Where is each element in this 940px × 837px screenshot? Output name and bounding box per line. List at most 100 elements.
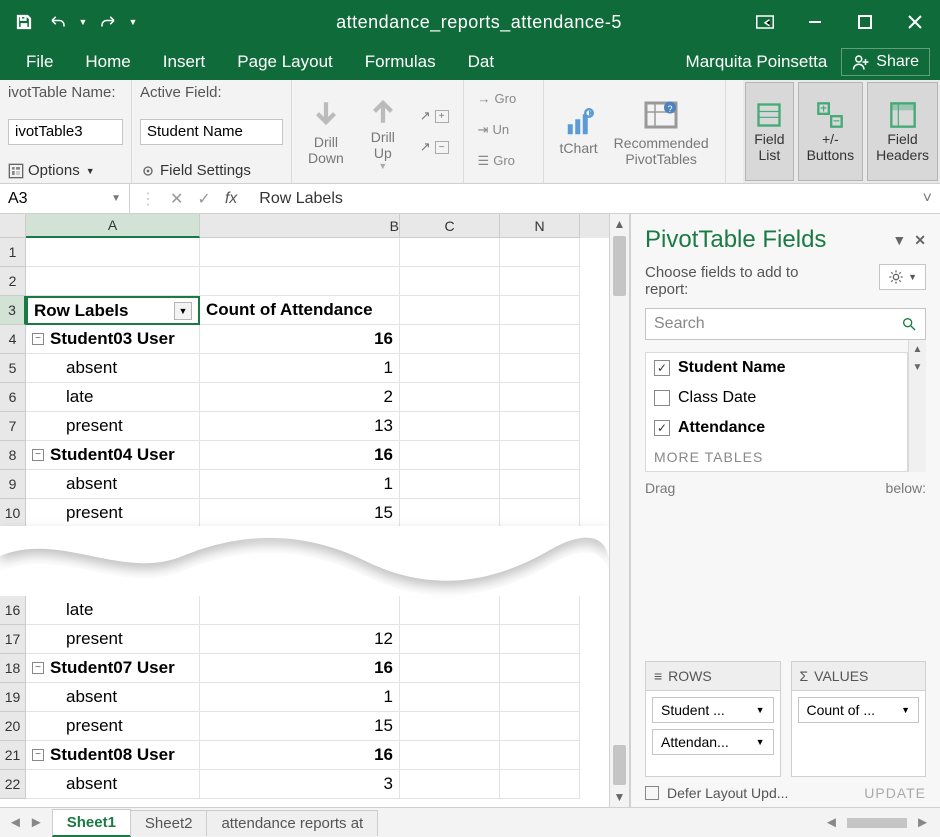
sheet-tab-3[interactable]: attendance reports at — [206, 810, 378, 836]
cell[interactable]: Count of Attendance — [200, 296, 400, 325]
col-header-a[interactable]: A — [26, 214, 200, 238]
cell[interactable] — [500, 267, 580, 296]
field-headers-toggle[interactable]: Field Headers — [867, 82, 938, 181]
collapse-icon[interactable]: − — [32, 333, 44, 345]
drill-up-button[interactable]: Drill Up▼ — [358, 93, 408, 171]
row-header[interactable]: 3 — [0, 296, 26, 325]
tab-insert[interactable]: Insert — [147, 44, 222, 80]
row-header[interactable]: 17 — [0, 625, 26, 654]
cell[interactable] — [500, 296, 580, 325]
cell[interactable] — [400, 325, 500, 354]
row-header[interactable]: 18 — [0, 654, 26, 683]
cell[interactable] — [500, 712, 580, 741]
fx-icon[interactable]: fx — [225, 190, 237, 208]
hscroll-right[interactable]: ► — [915, 814, 930, 831]
cell[interactable] — [400, 354, 500, 383]
cell[interactable]: 1 — [200, 683, 400, 712]
tab-file[interactable]: File — [10, 44, 69, 80]
col-header-b[interactable]: B — [200, 214, 400, 238]
more-tables-link[interactable]: MORE TABLES — [646, 443, 907, 471]
field-search-input[interactable]: Search — [645, 308, 926, 340]
pt-options-button[interactable]: Options▼ — [8, 162, 123, 179]
select-all-triangle[interactable] — [0, 214, 26, 238]
row-header[interactable]: 8 — [0, 441, 26, 470]
tab-home[interactable]: Home — [69, 44, 146, 80]
collapse-field-button[interactable]: ↗ − — [420, 133, 449, 162]
enter-formula-icon[interactable]: ✓ — [197, 189, 210, 209]
cell[interactable] — [500, 596, 580, 625]
cell[interactable] — [400, 296, 500, 325]
pivotchart-button[interactable]: tChart — [552, 108, 606, 156]
cell[interactable]: 3 — [200, 770, 400, 799]
cell[interactable]: present — [26, 412, 200, 441]
cell[interactable]: −Student04 User — [26, 441, 200, 470]
cell[interactable]: 1 — [200, 470, 400, 499]
col-header-c[interactable]: C — [400, 214, 500, 238]
row-header[interactable]: 5 — [0, 354, 26, 383]
cell[interactable] — [200, 238, 400, 267]
rows-drop-zone[interactable]: Student ...▼Attendan...▼ — [645, 691, 781, 777]
row-header[interactable]: 19 — [0, 683, 26, 712]
cell[interactable] — [400, 238, 500, 267]
ungroup-button[interactable]: ⇥ Un — [478, 115, 529, 144]
row-header[interactable]: 10 — [0, 499, 26, 528]
cell[interactable] — [500, 412, 580, 441]
tab-data[interactable]: Dat — [452, 44, 510, 80]
formula-input[interactable]: Row Labels — [247, 190, 355, 208]
cell[interactable]: 16 — [200, 654, 400, 683]
cell[interactable]: −Student08 User — [26, 741, 200, 770]
drill-down-button[interactable]: Drill Down — [300, 98, 352, 166]
cell[interactable]: absent — [26, 354, 200, 383]
row-header[interactable]: 6 — [0, 383, 26, 412]
cell[interactable] — [400, 683, 500, 712]
name-box[interactable]: A3▼ — [0, 184, 130, 213]
cell[interactable] — [400, 741, 500, 770]
field-item[interactable]: Class Date — [646, 383, 907, 413]
cell[interactable]: absent — [26, 470, 200, 499]
cell[interactable] — [400, 383, 500, 412]
tab-page-layout[interactable]: Page Layout — [221, 44, 348, 80]
plus-minus-buttons-toggle[interactable]: +/- Buttons — [798, 82, 863, 181]
row-header[interactable]: 1 — [0, 238, 26, 267]
cell[interactable]: 12 — [200, 625, 400, 654]
formula-expand-button[interactable]: ˅ — [915, 190, 940, 208]
cell[interactable] — [500, 441, 580, 470]
row-header[interactable]: 9 — [0, 470, 26, 499]
share-button[interactable]: Share — [841, 48, 930, 76]
expand-field-button[interactable]: ↗ + — [420, 102, 449, 131]
cell[interactable] — [500, 238, 580, 267]
cell[interactable] — [400, 412, 500, 441]
cell[interactable] — [500, 499, 580, 528]
cell[interactable] — [26, 238, 200, 267]
cell[interactable] — [500, 470, 580, 499]
sheet-nav-prev[interactable]: ◄ — [8, 814, 23, 831]
field-checkbox[interactable] — [654, 390, 670, 406]
cell[interactable] — [400, 596, 500, 625]
col-header-n[interactable]: N — [500, 214, 580, 238]
field-pill[interactable]: Student ...▼ — [652, 697, 774, 723]
cell[interactable] — [500, 741, 580, 770]
field-settings-button[interactable]: Field Settings — [140, 162, 283, 179]
field-item[interactable]: Student Name — [646, 353, 907, 383]
cell[interactable] — [400, 712, 500, 741]
cell[interactable] — [400, 499, 500, 528]
active-field-input[interactable] — [140, 119, 283, 145]
recommended-pivottables-button[interactable]: ? Recommended PivotTables — [606, 97, 717, 167]
cell[interactable] — [200, 267, 400, 296]
cell[interactable] — [400, 470, 500, 499]
pt-name-input[interactable] — [8, 119, 123, 145]
cell[interactable]: present — [26, 499, 200, 528]
cancel-formula-icon[interactable]: ✕ — [170, 189, 183, 209]
cell[interactable] — [400, 770, 500, 799]
undo-dropdown[interactable]: ▼ — [76, 6, 90, 38]
cell[interactable]: 16 — [200, 741, 400, 770]
collapse-icon[interactable]: − — [32, 449, 44, 461]
cell[interactable]: 15 — [200, 499, 400, 528]
cell[interactable]: −Student03 User — [26, 325, 200, 354]
cell[interactable] — [500, 625, 580, 654]
row-header[interactable]: 7 — [0, 412, 26, 441]
cell[interactable]: 13 — [200, 412, 400, 441]
cell[interactable] — [200, 596, 400, 625]
close-button[interactable] — [890, 0, 940, 44]
cell[interactable] — [500, 654, 580, 683]
